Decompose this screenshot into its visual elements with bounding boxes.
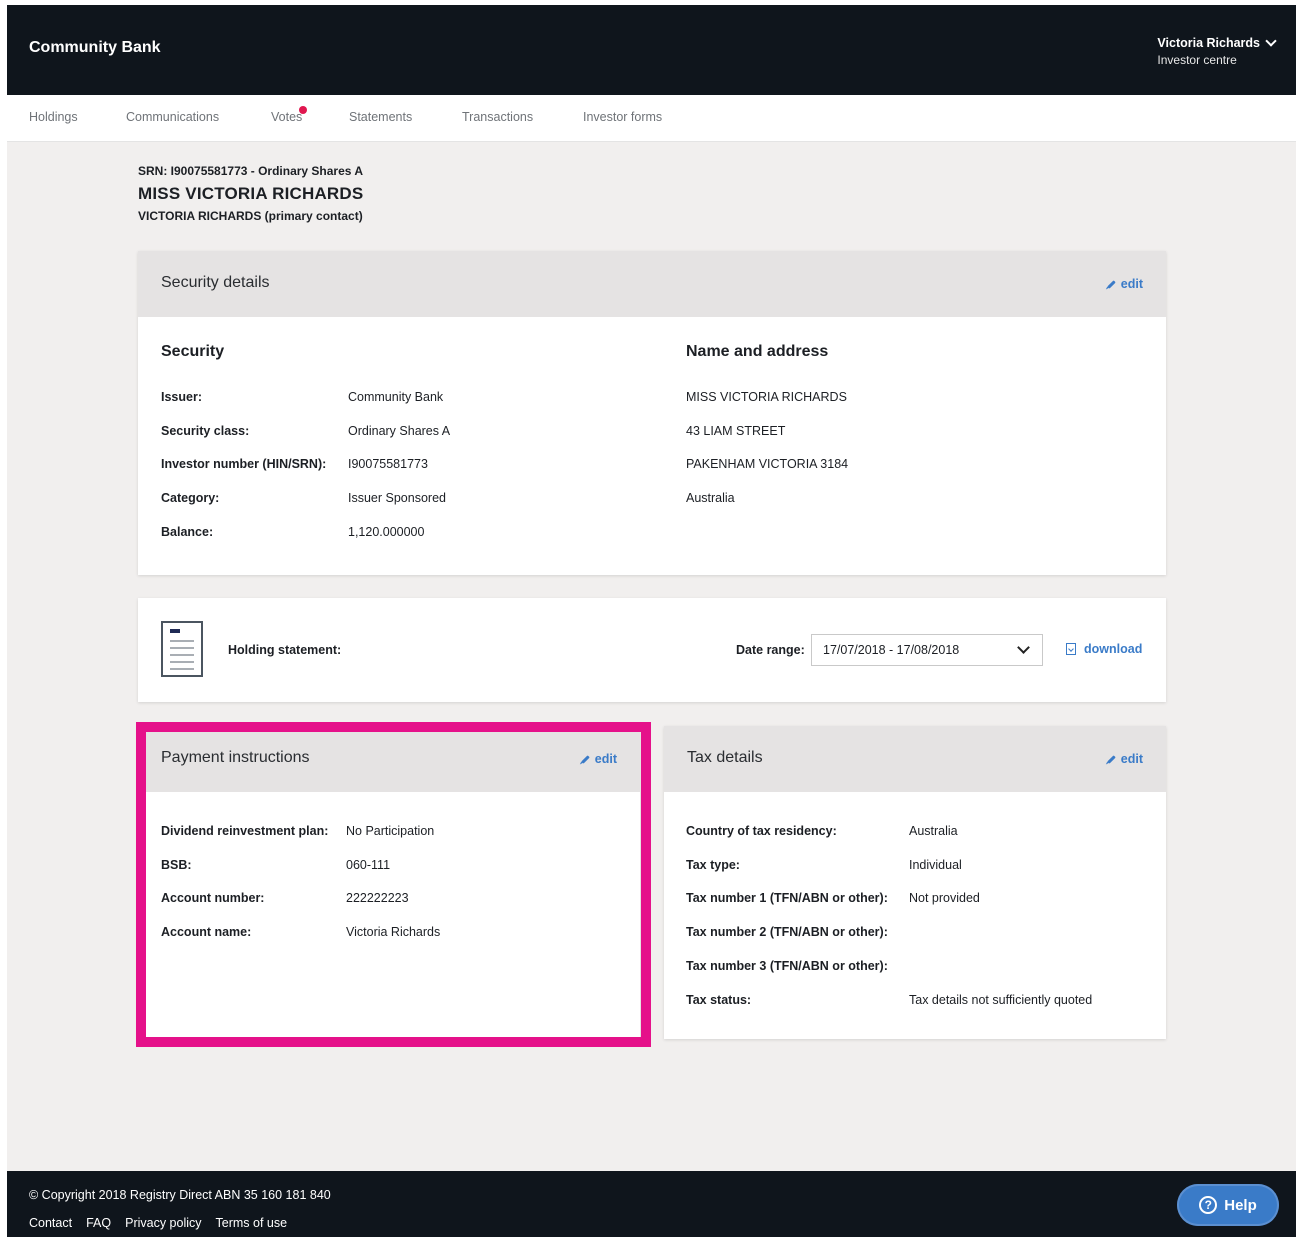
holder-contact: VICTORIA RICHARDS (primary contact) bbox=[138, 209, 363, 223]
field-label: Dividend reinvestment plan: bbox=[161, 824, 329, 838]
page-frame: Community Bank Victoria Richards Investo… bbox=[7, 5, 1296, 1237]
field-value: Issuer Sponsored bbox=[348, 491, 446, 505]
field-value: No Participation bbox=[346, 824, 435, 838]
field-label: Category: bbox=[161, 491, 220, 505]
card-title: Payment instructions bbox=[161, 749, 310, 766]
help-label: Help bbox=[1224, 1196, 1257, 1214]
nav-communications[interactable]: Communications bbox=[126, 110, 219, 124]
nav-statements[interactable]: Statements bbox=[349, 110, 412, 124]
payment-instructions-card: Payment instructions edit Dividend reinv… bbox=[138, 726, 640, 1039]
field-value: Tax details not sufficiently quoted bbox=[909, 993, 1093, 1007]
card-header: Security details edit bbox=[138, 251, 1166, 317]
srn-line: SRN: I90075581773 - Ordinary Shares A bbox=[138, 164, 364, 178]
download-icon bbox=[1066, 643, 1076, 655]
footer: © Copyright 2018 Registry Direct ABN 35 … bbox=[7, 1171, 1296, 1237]
field-value: Individual bbox=[909, 858, 962, 872]
holding-statement-card: Holding statement: Date range: 17/07/201… bbox=[138, 598, 1166, 702]
edit-security-button[interactable]: edit bbox=[1107, 277, 1143, 291]
tax-details-card: Tax details edit Country of tax residenc… bbox=[664, 726, 1166, 1039]
date-range-select[interactable]: 17/07/2018 - 17/08/2018 bbox=[811, 634, 1043, 666]
copyright-text: © Copyright 2018 Registry Direct ABN 35 … bbox=[29, 1188, 331, 1202]
field-value: Not provided bbox=[909, 891, 980, 905]
security-details-card: Security details edit Security Issuer: C… bbox=[138, 251, 1166, 575]
chevron-down-icon bbox=[1265, 35, 1277, 47]
user-menu[interactable]: Victoria Richards Investor centre bbox=[1157, 35, 1277, 67]
edit-label: edit bbox=[594, 752, 617, 766]
field-value: Ordinary Shares A bbox=[348, 424, 451, 438]
nav-investor-forms[interactable]: Investor forms bbox=[583, 110, 662, 124]
field-label: Balance: bbox=[161, 525, 214, 539]
chevron-down-icon bbox=[1017, 641, 1030, 654]
field-value: I90075581773 bbox=[348, 457, 428, 471]
address-line: PAKENHAM VICTORIA 3184 bbox=[686, 457, 849, 471]
security-heading: Security bbox=[161, 343, 225, 360]
download-link[interactable]: download bbox=[1066, 642, 1142, 656]
field-label: BSB: bbox=[161, 858, 192, 872]
nav-votes-label: Votes bbox=[271, 110, 303, 124]
card-title: Security details bbox=[161, 274, 270, 291]
edit-payment-button[interactable]: edit bbox=[581, 752, 617, 766]
footer-link-contact[interactable]: Contact bbox=[29, 1216, 72, 1230]
address-line: Australia bbox=[686, 491, 735, 505]
footer-links: Contact FAQ Privacy policy Terms of use bbox=[29, 1216, 287, 1230]
card-header: Payment instructions edit bbox=[138, 726, 640, 792]
help-icon: ? bbox=[1199, 1196, 1218, 1214]
nav-transactions[interactable]: Transactions bbox=[462, 110, 533, 124]
pencil-icon bbox=[581, 754, 590, 764]
footer-link-terms[interactable]: Terms of use bbox=[216, 1216, 288, 1230]
field-label: Security class: bbox=[161, 424, 250, 438]
date-range-value: 17/07/2018 - 17/08/2018 bbox=[823, 643, 960, 657]
top-bar: Community Bank Victoria Richards Investo… bbox=[7, 5, 1296, 95]
date-range-label: Date range: bbox=[736, 643, 805, 657]
nav-holdings[interactable]: Holdings bbox=[29, 110, 78, 124]
card-header: Tax details edit bbox=[664, 726, 1166, 792]
field-value: Community Bank bbox=[348, 390, 444, 404]
field-label: Issuer: bbox=[161, 390, 202, 404]
holding-statement-label: Holding statement: bbox=[228, 643, 342, 657]
user-name: Victoria Richards bbox=[1157, 36, 1260, 50]
main-nav: Holdings Communications Votes Statements… bbox=[7, 95, 1296, 142]
edit-label: edit bbox=[1120, 277, 1143, 291]
field-label: Account number: bbox=[161, 891, 265, 905]
field-label: Tax type: bbox=[686, 858, 740, 872]
field-label: Country of tax residency: bbox=[686, 824, 837, 838]
field-value: Australia bbox=[909, 824, 958, 838]
field-label: Account name: bbox=[161, 925, 252, 939]
pencil-icon bbox=[1107, 754, 1116, 764]
field-label: Tax number 1 (TFN/ABN or other): bbox=[686, 891, 888, 905]
card-title: Tax details bbox=[687, 749, 763, 766]
field-value: 222222223 bbox=[346, 891, 409, 905]
field-label: Tax status: bbox=[686, 993, 752, 1007]
edit-tax-button[interactable]: edit bbox=[1107, 752, 1143, 766]
nav-votes[interactable]: Votes bbox=[271, 106, 308, 124]
field-label: Tax number 3 (TFN/ABN or other): bbox=[686, 959, 888, 973]
footer-link-privacy[interactable]: Privacy policy bbox=[125, 1216, 201, 1230]
user-subtitle: Investor centre bbox=[1157, 53, 1237, 67]
holder-name: MISS VICTORIA RICHARDS bbox=[138, 184, 364, 203]
address-line: 43 LIAM STREET bbox=[686, 424, 786, 438]
edit-label: edit bbox=[1120, 752, 1143, 766]
brand-logo[interactable]: Community Bank bbox=[29, 39, 161, 57]
field-value: 060-111 bbox=[346, 858, 391, 872]
footer-link-faq[interactable]: FAQ bbox=[86, 1216, 111, 1230]
address-heading: Name and address bbox=[686, 343, 829, 360]
field-label: Investor number (HIN/SRN): bbox=[161, 457, 327, 471]
download-label: download bbox=[1084, 642, 1143, 656]
field-label: Tax number 2 (TFN/ABN or other): bbox=[686, 925, 888, 939]
pencil-icon bbox=[1107, 279, 1116, 289]
document-icon bbox=[161, 621, 203, 677]
field-value: 1,120.000000 bbox=[348, 525, 425, 539]
address-line: MISS VICTORIA RICHARDS bbox=[686, 390, 847, 404]
help-button[interactable]: ? Help bbox=[1177, 1184, 1279, 1226]
notification-dot bbox=[299, 106, 308, 114]
field-value: Victoria Richards bbox=[346, 925, 441, 939]
